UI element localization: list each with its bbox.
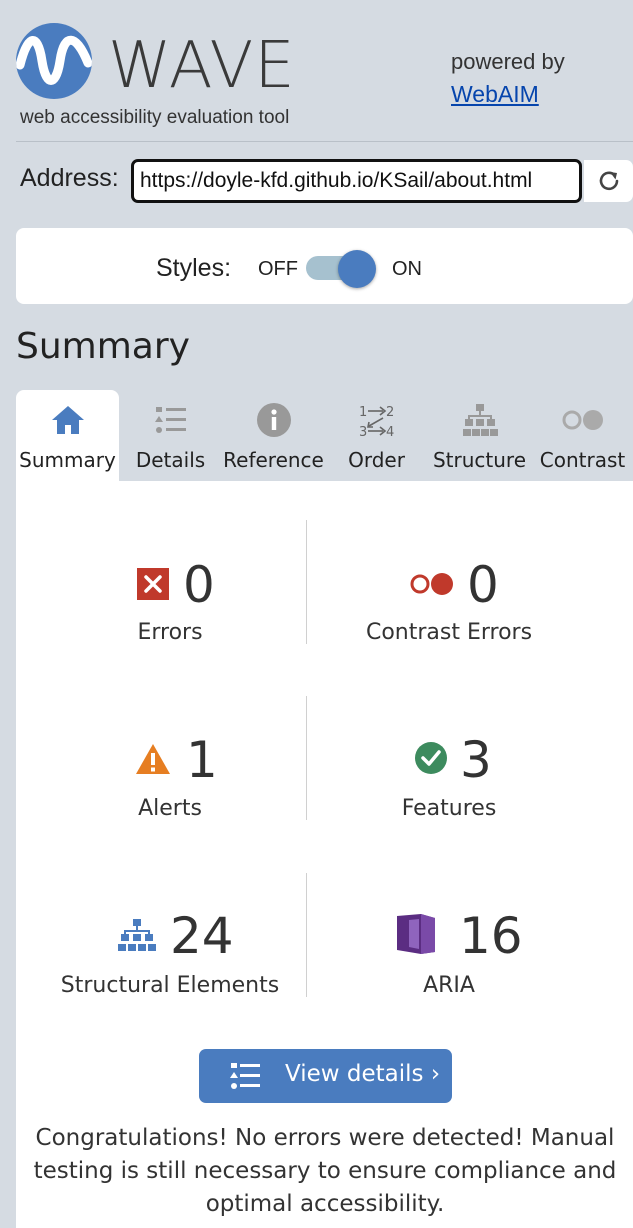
summary-heading: Summary — [16, 326, 190, 367]
reload-icon — [599, 171, 618, 191]
stats-divider — [306, 873, 307, 997]
webaim-link[interactable]: WebAIM — [451, 81, 539, 108]
aria-count: 16 — [459, 907, 523, 965]
svg-text:1: 1 — [359, 405, 367, 420]
alert-icon — [134, 742, 172, 776]
aria-icon — [395, 912, 437, 956]
structure-icon — [117, 917, 157, 953]
contrast-icon — [531, 402, 633, 438]
alerts-label: Alerts — [138, 796, 202, 821]
summary-panel — [16, 481, 633, 1228]
details-list-icon — [230, 1063, 260, 1089]
tab-structure-label: Structure — [432, 448, 527, 472]
tab-reference[interactable]: Reference — [222, 390, 325, 481]
styles-toggle-knob[interactable] — [338, 250, 376, 288]
features-label: Features — [401, 796, 497, 821]
tab-details-label: Details — [135, 448, 206, 472]
info-icon — [222, 402, 325, 438]
tab-details[interactable]: Details — [119, 390, 222, 481]
address-input[interactable] — [131, 159, 582, 203]
tab-structure[interactable]: Structure — [428, 390, 531, 481]
congratulations-message: Congratulations! No errors were detected… — [33, 1125, 617, 1217]
details-list-icon — [119, 402, 222, 438]
errors-label: Errors — [137, 620, 203, 645]
powered-by-text: powered by — [451, 49, 565, 74]
structure-icon — [428, 402, 531, 438]
view-details-label: View details › — [285, 1061, 441, 1087]
styles-on-label: ON — [392, 258, 422, 280]
tab-summary[interactable]: Summary — [16, 390, 119, 481]
aria-label: ARIA — [423, 973, 475, 998]
tab-summary-label: Summary — [19, 448, 116, 472]
structural-label: Structural Elements — [60, 973, 280, 998]
stats-divider — [306, 520, 307, 644]
stats-divider — [306, 696, 307, 820]
svg-text:2: 2 — [386, 405, 394, 420]
alerts-count: 1 — [186, 731, 218, 789]
app-title: WAVE — [108, 29, 296, 103]
features-count: 3 — [460, 731, 492, 789]
address-label: Address: — [20, 164, 119, 192]
contrast-error-icon — [407, 570, 455, 598]
app-tagline: web accessibility evaluation tool — [20, 107, 290, 128]
header-divider — [16, 141, 633, 142]
tab-reference-label: Reference — [223, 448, 324, 472]
contrast-errors-count: 0 — [467, 556, 499, 614]
svg-text:4: 4 — [386, 425, 394, 438]
styles-label: Styles: — [156, 254, 232, 282]
errors-count: 0 — [183, 556, 215, 614]
wave-logo-icon — [16, 23, 92, 99]
reload-button[interactable] — [584, 160, 633, 202]
order-icon: 1 2 3 4 — [325, 402, 428, 438]
error-icon — [137, 568, 169, 600]
feature-check-icon — [414, 741, 448, 775]
structural-count: 24 — [170, 907, 234, 965]
styles-off-label: OFF — [258, 258, 298, 280]
tab-order-label: Order — [348, 448, 405, 472]
tab-contrast-label: Contrast — [539, 448, 626, 472]
svg-text:3: 3 — [359, 425, 367, 438]
view-details-button[interactable]: View details › — [199, 1049, 452, 1103]
contrast-errors-label: Contrast Errors — [365, 620, 533, 645]
tab-contrast[interactable]: Contrast — [531, 390, 633, 481]
home-icon — [16, 402, 119, 438]
tab-order[interactable]: 1 2 3 4 Order — [325, 390, 428, 481]
